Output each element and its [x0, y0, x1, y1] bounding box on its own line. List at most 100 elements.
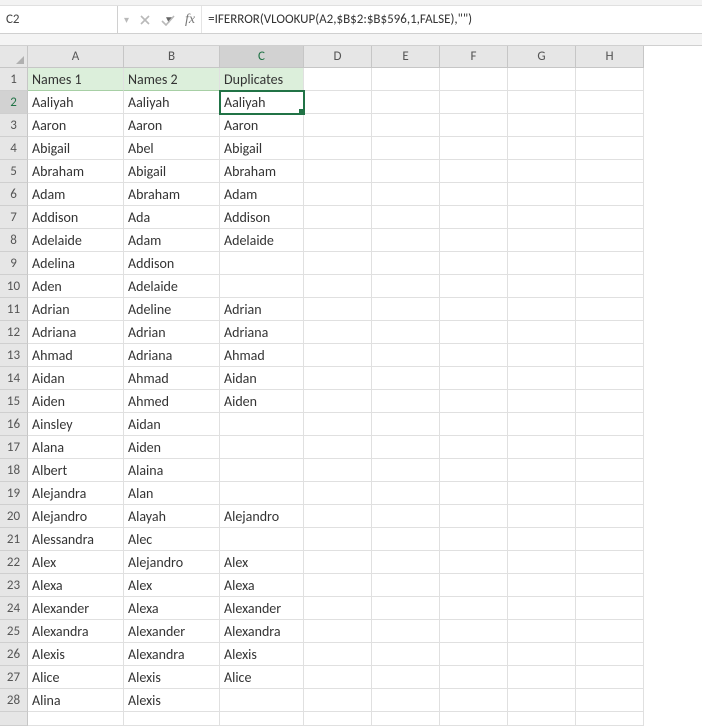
cell-C26[interactable]: Alexis	[220, 643, 304, 666]
cell-C2[interactable]: Aaliyah	[220, 91, 304, 114]
row-header[interactable]: 11	[0, 298, 28, 321]
cell-E16[interactable]	[372, 413, 440, 436]
cell-A5[interactable]: Abraham	[28, 160, 124, 183]
cell-G21[interactable]	[508, 528, 576, 551]
cell-B17[interactable]: Aiden	[124, 436, 220, 459]
cell-C15[interactable]: Aiden	[220, 390, 304, 413]
cell-G2[interactable]	[508, 91, 576, 114]
cell-A21[interactable]: Alessandra	[28, 528, 124, 551]
cell-D6[interactable]	[304, 183, 372, 206]
cell-F12[interactable]	[440, 321, 508, 344]
row-header[interactable]: 13	[0, 344, 28, 367]
cell-B12[interactable]: Adrian	[124, 321, 220, 344]
cell-A1[interactable]: Names 1	[28, 68, 124, 91]
cell-A11[interactable]: Adrian	[28, 298, 124, 321]
row-header[interactable]: 9	[0, 252, 28, 275]
cell-E6[interactable]	[372, 183, 440, 206]
cell-B3[interactable]: Aaron	[124, 114, 220, 137]
cell-A25[interactable]: Alexandra	[28, 620, 124, 643]
cell-B10[interactable]: Adelaide	[124, 275, 220, 298]
cell-A14[interactable]: Aidan	[28, 367, 124, 390]
cell-F28[interactable]	[440, 689, 508, 712]
cell-E3[interactable]	[372, 114, 440, 137]
row-header[interactable]: 16	[0, 413, 28, 436]
cell-B4[interactable]: Abel	[124, 137, 220, 160]
cell-A26[interactable]: Alexis	[28, 643, 124, 666]
cell-D12[interactable]	[304, 321, 372, 344]
fx-icon[interactable]: fx	[185, 12, 195, 28]
cell-C21[interactable]	[220, 528, 304, 551]
cell-C5[interactable]: Abraham	[220, 160, 304, 183]
cell-H19[interactable]	[576, 482, 644, 505]
cell-G17[interactable]	[508, 436, 576, 459]
cell-E10[interactable]	[372, 275, 440, 298]
cell-C23[interactable]: Alexa	[220, 574, 304, 597]
cell-G14[interactable]	[508, 367, 576, 390]
cell-G24[interactable]	[508, 597, 576, 620]
cell-E5[interactable]	[372, 160, 440, 183]
cell-F26[interactable]	[440, 643, 508, 666]
cell-C10[interactable]	[220, 275, 304, 298]
cell-D23[interactable]	[304, 574, 372, 597]
cell-A23[interactable]: Alexa	[28, 574, 124, 597]
cell-E8[interactable]	[372, 229, 440, 252]
cell-H14[interactable]	[576, 367, 644, 390]
row-header[interactable]: 8	[0, 229, 28, 252]
cell-F13[interactable]	[440, 344, 508, 367]
cell-C19[interactable]	[220, 482, 304, 505]
row-header[interactable]	[0, 712, 28, 726]
cell-F11[interactable]	[440, 298, 508, 321]
cell-F17[interactable]	[440, 436, 508, 459]
cell-B15[interactable]: Ahmed	[124, 390, 220, 413]
cell-G28[interactable]	[508, 689, 576, 712]
cell-E13[interactable]	[372, 344, 440, 367]
cell-A6[interactable]: Adam	[28, 183, 124, 206]
row-header[interactable]: 23	[0, 574, 28, 597]
cell-E20[interactable]	[372, 505, 440, 528]
cell-D26[interactable]	[304, 643, 372, 666]
cell-E12[interactable]	[372, 321, 440, 344]
row-header[interactable]: 4	[0, 137, 28, 160]
row-header[interactable]: 25	[0, 620, 28, 643]
cell-G25[interactable]	[508, 620, 576, 643]
cell-F8[interactable]	[440, 229, 508, 252]
cell-B26[interactable]: Alexandra	[124, 643, 220, 666]
cell-C7[interactable]: Addison	[220, 206, 304, 229]
cell-F2[interactable]	[440, 91, 508, 114]
row-header[interactable]: 24	[0, 597, 28, 620]
cell-F24[interactable]	[440, 597, 508, 620]
cell-F9[interactable]	[440, 252, 508, 275]
row-header[interactable]: 15	[0, 390, 28, 413]
column-header-F[interactable]: F	[440, 46, 508, 68]
cell-B5[interactable]: Abigail	[124, 160, 220, 183]
cell-E25[interactable]	[372, 620, 440, 643]
cell-H18[interactable]	[576, 459, 644, 482]
cell-F25[interactable]	[440, 620, 508, 643]
cell-D8[interactable]	[304, 229, 372, 252]
cell[interactable]	[124, 712, 220, 726]
cell-D4[interactable]	[304, 137, 372, 160]
cell-B28[interactable]: Alexis	[124, 689, 220, 712]
cell-B22[interactable]: Alejandro	[124, 551, 220, 574]
row-header[interactable]: 21	[0, 528, 28, 551]
cell-F16[interactable]	[440, 413, 508, 436]
cell-C24[interactable]: Alexander	[220, 597, 304, 620]
cell-F18[interactable]	[440, 459, 508, 482]
cell-B24[interactable]: Alexa	[124, 597, 220, 620]
cell-D9[interactable]	[304, 252, 372, 275]
cell-B1[interactable]: Names 2	[124, 68, 220, 91]
cell-B8[interactable]: Adam	[124, 229, 220, 252]
cell-E23[interactable]	[372, 574, 440, 597]
cell-H2[interactable]	[576, 91, 644, 114]
cell-A12[interactable]: Adriana	[28, 321, 124, 344]
cancel-icon[interactable]	[139, 14, 151, 26]
cell-E19[interactable]	[372, 482, 440, 505]
cell-G22[interactable]	[508, 551, 576, 574]
cell[interactable]	[220, 712, 304, 726]
cell-H6[interactable]	[576, 183, 644, 206]
cell-H8[interactable]	[576, 229, 644, 252]
cell-F19[interactable]	[440, 482, 508, 505]
cell-H21[interactable]	[576, 528, 644, 551]
cell-G1[interactable]	[508, 68, 576, 91]
row-header[interactable]: 19	[0, 482, 28, 505]
